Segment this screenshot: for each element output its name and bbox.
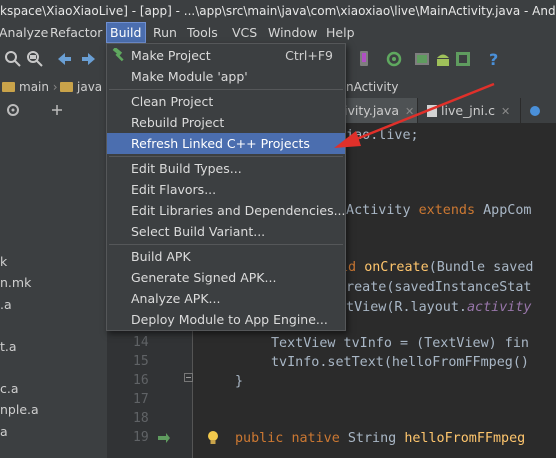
menu-refactor[interactable]: Refactor	[47, 22, 105, 43]
code-line: TextView tvInfo = (TextView) fin	[271, 336, 529, 351]
folder-icon	[60, 82, 73, 92]
menu-item-clean-project[interactable]: Clean Project	[107, 91, 345, 112]
menu-separator	[109, 244, 343, 245]
line-number: 15	[133, 354, 149, 369]
code-line: ntView(R.layout.activity	[338, 300, 532, 315]
code-line: Create(savedInstanceStat	[338, 280, 532, 295]
menu-separator	[109, 156, 343, 157]
menu-bar: Analyze Refactor Build Run Tools VCS Win…	[0, 22, 556, 43]
code-line: }	[235, 374, 244, 389]
line-number: 18	[133, 411, 149, 426]
window-title: kspace\XiaoXiaoLive] - [app] - ...\app\s…	[0, 4, 556, 18]
line-number: 19	[133, 430, 149, 445]
breadcrumb-item-class[interactable]: nActivity	[346, 76, 398, 98]
tree-item[interactable]: nple.a	[0, 401, 39, 419]
menu-run[interactable]: Run	[150, 22, 180, 43]
tab-app[interactable]: ap	[524, 98, 556, 143]
close-icon[interactable]: ✕	[501, 105, 510, 118]
sync-icon[interactable]	[385, 50, 403, 68]
back-icon[interactable]	[55, 50, 73, 68]
tab-live-jni[interactable]: live_jni.c ✕	[421, 98, 521, 123]
menu-item-deploy-app-engine[interactable]: Deploy Module to App Engine...	[107, 309, 345, 330]
menu-item-edit-build-types[interactable]: Edit Build Types...	[107, 158, 345, 179]
tree-item[interactable]: a	[0, 423, 8, 441]
project-settings-icon[interactable]	[6, 103, 20, 117]
fold-icon[interactable]	[184, 373, 193, 382]
help-icon[interactable]: ?	[485, 50, 503, 68]
tree-item[interactable]: c.a	[0, 380, 19, 398]
find-icon[interactable]	[4, 50, 22, 68]
menu-item-edit-flavors[interactable]: Edit Flavors...	[107, 179, 345, 200]
tab-label: live_jni.c	[441, 103, 495, 118]
menu-item-edit-libraries[interactable]: Edit Libraries and Dependencies...	[107, 200, 346, 221]
menu-item-build-apk[interactable]: Build APK	[107, 246, 345, 267]
line-number: 16	[133, 373, 149, 388]
android-monitor-icon[interactable]	[434, 50, 452, 68]
code-line: id onCreate(Bundle saved	[340, 260, 534, 275]
breadcrumb-label: java	[77, 80, 103, 94]
layout-inspector-icon[interactable]	[454, 50, 472, 68]
menu-analyze[interactable]: Analyze	[0, 22, 51, 43]
window-title-bar: kspace\XiaoXiaoLive] - [app] - ...\app\s…	[0, 0, 556, 23]
menu-item-rebuild-project[interactable]: Rebuild Project	[107, 112, 345, 133]
device-manager-icon[interactable]	[355, 50, 373, 68]
code-line: nActivity extends AppCom	[338, 203, 532, 218]
line-number: 17	[133, 392, 149, 407]
breadcrumb-item-main[interactable]: main ›	[2, 76, 58, 98]
native-method-icon[interactable]	[157, 432, 171, 444]
collapse-icon[interactable]	[50, 103, 64, 117]
c-file-icon	[427, 105, 437, 117]
code-line: public native String helloFromFFmpeg	[235, 431, 526, 446]
menu-build[interactable]: Build	[106, 22, 146, 43]
code-line: tvInfo.setText(helloFromFFmpeg()	[271, 355, 529, 370]
menu-item-make-project[interactable]: Make Project Ctrl+F9	[107, 45, 345, 66]
breadcrumb-item-java[interactable]: java	[60, 76, 102, 98]
hammer-icon	[112, 48, 124, 62]
menu-window[interactable]: Window	[265, 22, 320, 43]
lightbulb-icon[interactable]	[206, 430, 220, 446]
tree-item[interactable]: .a	[0, 296, 12, 314]
svg-text:?: ?	[489, 50, 498, 68]
tree-item[interactable]: n.mk	[0, 274, 31, 292]
menu-tools[interactable]: Tools	[184, 22, 221, 43]
close-icon[interactable]: ✕	[405, 105, 414, 118]
tab-label: ivity.java	[344, 103, 400, 118]
menu-item-refresh-cpp-projects[interactable]: Refresh Linked C++ Projects	[107, 133, 345, 154]
code-line: xiao.live;	[338, 128, 419, 143]
build-menu: Make Project Ctrl+F9 Make Module 'app' Cl…	[106, 43, 346, 331]
project-panel: k n.mk .a t.a c.a nple.a a	[0, 123, 107, 458]
menu-item-select-build-variant[interactable]: Select Build Variant...	[107, 221, 345, 242]
sdk-manager-icon[interactable]	[413, 50, 431, 68]
replace-icon[interactable]	[26, 50, 44, 68]
folder-icon	[2, 82, 15, 92]
forward-icon[interactable]	[80, 50, 98, 68]
class-icon	[530, 106, 540, 116]
tree-item[interactable]: k	[0, 253, 7, 271]
breadcrumb-label: main	[19, 80, 49, 94]
menu-help[interactable]: Help	[323, 22, 358, 43]
menu-item-analyze-apk[interactable]: Analyze APK...	[107, 288, 345, 309]
tree-item[interactable]: t.a	[0, 338, 17, 356]
menu-item-make-module[interactable]: Make Module 'app'	[107, 66, 345, 87]
menu-vcs[interactable]: VCS	[229, 22, 260, 43]
menu-item-generate-signed-apk[interactable]: Generate Signed APK...	[107, 267, 345, 288]
line-number: 14	[133, 335, 149, 350]
menu-separator	[109, 89, 343, 90]
